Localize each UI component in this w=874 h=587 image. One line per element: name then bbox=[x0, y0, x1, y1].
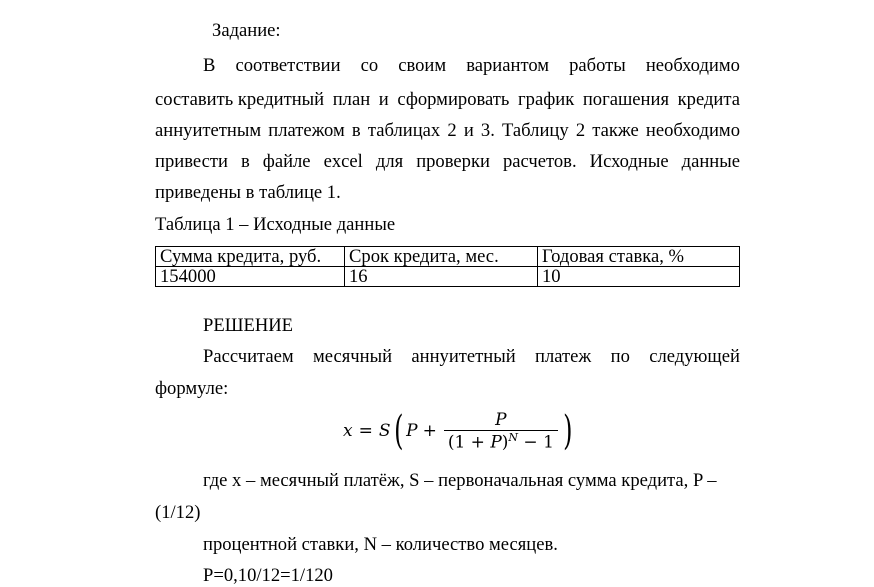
word: 2 bbox=[575, 120, 586, 141]
explanation-line-3: процентной ставки, N – количество месяце… bbox=[203, 534, 558, 555]
task-heading: Задание: bbox=[212, 20, 281, 41]
word: погашения bbox=[582, 89, 669, 110]
formula-open-paren: ( bbox=[393, 408, 403, 454]
formula-s: S bbox=[378, 421, 391, 441]
word: кредита bbox=[677, 89, 740, 110]
table1: Сумма кредита, руб. Срок кредита, мес. Г… bbox=[155, 246, 740, 287]
word: месячный bbox=[313, 346, 393, 367]
word: данные bbox=[681, 151, 740, 172]
formula-close-paren: ) bbox=[563, 408, 573, 454]
word: в bbox=[351, 120, 361, 141]
task-paragraph-line-4: привести в файле excel для проверки расч… bbox=[155, 151, 740, 173]
formula-numerator: P bbox=[495, 409, 507, 430]
table1-caption: Таблица 1 – Исходные данные bbox=[155, 214, 396, 235]
word: план bbox=[332, 89, 371, 110]
solution-heading: РЕШЕНИЕ bbox=[203, 315, 294, 336]
word: по bbox=[610, 346, 630, 367]
word: привести bbox=[155, 151, 228, 172]
task-paragraph-line-1: В соответствии со своим вариантом работы… bbox=[155, 55, 740, 77]
word: Таблицу bbox=[502, 120, 569, 141]
table-row: 154000 16 10 bbox=[155, 266, 740, 287]
word: и bbox=[463, 120, 474, 141]
word: необходимо bbox=[645, 120, 740, 141]
table-header-cell: Годовая ставка, % bbox=[537, 246, 740, 267]
formula-plus: + bbox=[422, 421, 437, 441]
formula-equals: = bbox=[358, 421, 373, 441]
word: необходимо bbox=[645, 55, 740, 76]
word: 2 bbox=[447, 120, 457, 141]
table-header-row: Сумма кредита, руб. Срок кредита, мес. Г… bbox=[155, 246, 740, 267]
formula-fraction: P (1 + P)N − 1 bbox=[443, 409, 558, 453]
word: аннуитетный bbox=[411, 346, 516, 367]
word: работы bbox=[569, 55, 626, 76]
explanation-line-2: (1/12) bbox=[155, 502, 201, 523]
word: 3. bbox=[480, 120, 495, 141]
word: составить кредитный bbox=[155, 89, 325, 110]
word: сформировать bbox=[397, 89, 510, 110]
word: расчетов. bbox=[502, 151, 577, 172]
word: и bbox=[378, 89, 389, 110]
table-header-cell: Сумма кредита, руб. bbox=[155, 246, 345, 267]
word: в bbox=[240, 151, 250, 172]
formula-x: x bbox=[343, 421, 353, 441]
word: платеж bbox=[535, 346, 592, 367]
word: платежом bbox=[268, 120, 345, 141]
table-header-cell: Срок кредита, мес. bbox=[344, 246, 538, 267]
den-open: (1 + bbox=[447, 432, 491, 453]
den-exponent: N bbox=[508, 430, 519, 444]
word: Рассчитаем bbox=[203, 346, 294, 367]
explanation-line-1: где x – месячный платёж, S – первоначаль… bbox=[203, 470, 717, 491]
den-p: P bbox=[490, 432, 502, 453]
task-paragraph-line-5: приведены в таблице 1. bbox=[155, 182, 341, 203]
table-cell: 10 bbox=[537, 266, 740, 287]
task-paragraph-line-3: аннуитетным платежом в таблицах 2 и 3. Т… bbox=[155, 120, 740, 142]
word: для bbox=[375, 151, 404, 172]
table-cell: 154000 bbox=[155, 266, 345, 287]
word: проверки bbox=[416, 151, 490, 172]
word: excel bbox=[323, 151, 363, 172]
word: следующей bbox=[649, 346, 740, 367]
word: вариантом bbox=[466, 55, 550, 76]
formula-denominator: (1 + P)N − 1 bbox=[443, 429, 558, 453]
word: файле bbox=[262, 151, 311, 172]
den-tail: − 1 bbox=[518, 432, 554, 453]
word: со bbox=[360, 55, 379, 76]
word: В bbox=[203, 55, 216, 76]
solution-intro-line-1: Рассчитаем месячный аннуитетный платеж п… bbox=[155, 346, 740, 368]
formula-p: P bbox=[406, 421, 418, 441]
word: Исходные bbox=[589, 151, 669, 172]
word: график bbox=[518, 89, 575, 110]
task-paragraph-line-2: составить кредитный план и сформировать … bbox=[155, 89, 740, 111]
explanation-line-4: P=0,10/12=1/120 bbox=[203, 565, 333, 586]
solution-intro-line-2: формуле: bbox=[155, 378, 229, 399]
word: аннуитетным bbox=[155, 120, 262, 141]
table-cell: 16 bbox=[344, 266, 538, 287]
word: соответствии bbox=[235, 55, 341, 76]
annuity-formula: x = S ( P + P (1 + P)N − 1 ) bbox=[343, 404, 576, 458]
word: таблицах bbox=[367, 120, 441, 141]
word: также bbox=[592, 120, 639, 141]
word: своим bbox=[398, 55, 447, 76]
